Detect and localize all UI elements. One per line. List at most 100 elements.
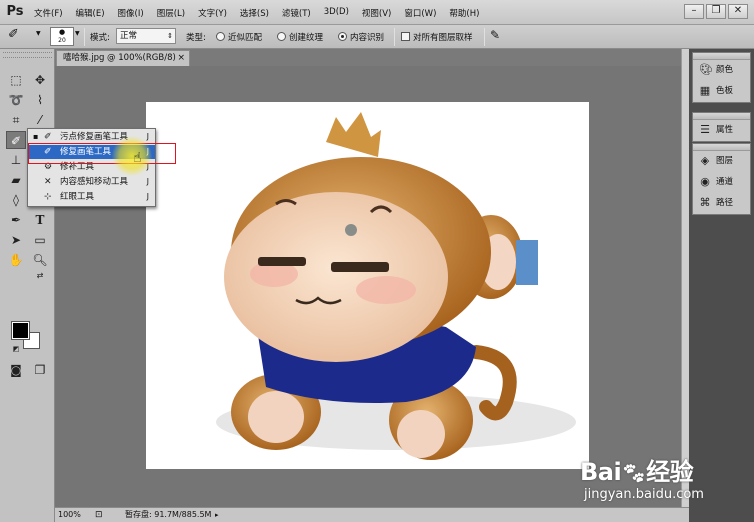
- panel-grip[interactable]: [3, 52, 52, 58]
- path-select-tool-icon[interactable]: ➤: [6, 231, 26, 249]
- channels-icon: ◉: [700, 175, 710, 188]
- menu-help[interactable]: 帮助(H): [449, 7, 479, 19]
- hand-tool-icon[interactable]: ✋: [6, 251, 26, 269]
- menu-3d[interactable]: 3D(D): [324, 7, 349, 19]
- default-colors-icon[interactable]: ◩: [6, 345, 26, 353]
- spot-healing-tool-icon[interactable]: ✐: [6, 131, 26, 149]
- quick-mask-icon[interactable]: ◙: [6, 361, 26, 379]
- swap-colors-icon[interactable]: ⇄: [30, 271, 50, 281]
- menu-image[interactable]: 图像(I): [118, 7, 144, 19]
- monkey-plush-photo: [216, 112, 576, 460]
- radio-icon: [277, 32, 286, 41]
- flyout-item-red-eye[interactable]: ⊹ 红眼工具 J: [28, 190, 155, 204]
- app-logo: Ps: [6, 4, 24, 19]
- type-label: 类型:: [186, 33, 206, 43]
- menu-type[interactable]: 文字(Y): [198, 7, 227, 19]
- layers-icon: ◈: [700, 154, 710, 167]
- minimize-button[interactable]: –: [684, 4, 704, 19]
- crop-tool-icon[interactable]: ⌗: [6, 111, 26, 129]
- move-tool-icon[interactable]: ✥: [30, 71, 50, 89]
- healing-tools-flyout: ▪ ✐ 污点修复画笔工具 J ✐ 修复画笔工具 J ⚙ 修补工具 J ✕ 内容感…: [27, 128, 156, 207]
- panel-channels[interactable]: ◉ 通道: [693, 172, 750, 193]
- lasso-tool-icon[interactable]: ➰: [6, 91, 26, 109]
- radio-create-texture[interactable]: 创建纹理: [277, 31, 323, 43]
- menu-window[interactable]: 窗口(W): [404, 7, 436, 19]
- scratch-disk-info: 暂存盘: 91.7M/885.5M: [125, 510, 212, 519]
- marquee-tool-icon[interactable]: ⬚: [6, 71, 26, 89]
- menu-view[interactable]: 视图(V): [362, 7, 391, 19]
- healing-brush-icon: ✐: [44, 147, 52, 157]
- separator: [84, 28, 85, 46]
- tool-preset-icon[interactable]: ✐: [8, 27, 19, 42]
- select-arrow-icon: ⇕: [167, 32, 173, 40]
- clone-stamp-tool-icon[interactable]: ⊥: [6, 151, 26, 169]
- document-image: [146, 102, 589, 469]
- foreground-color-swatch[interactable]: [11, 321, 30, 340]
- red-eye-icon: ⊹: [44, 192, 52, 202]
- sample-all-layers-checkbox[interactable]: 对所有图层取样: [401, 31, 473, 43]
- panel-swatches[interactable]: ▦ 色板: [693, 81, 750, 102]
- screen-mode-icon[interactable]: ❐: [30, 361, 50, 379]
- chevron-down-icon[interactable]: ▼: [36, 30, 41, 37]
- radio-selected-icon: [338, 32, 347, 41]
- mode-value: 正常: [120, 31, 138, 41]
- panel-color[interactable]: 🎨︎ 颜色: [693, 60, 750, 81]
- document-tab[interactable]: 嘻哈猴.jpg @ 100%(RGB/8) ×: [56, 50, 190, 66]
- panel-grip[interactable]: [693, 53, 750, 60]
- radio-content-aware[interactable]: 内容识别: [338, 31, 384, 43]
- checkbox-icon: [401, 32, 410, 41]
- options-bar: ✐ ▼ ● 20 ▼ 模式: 正常 ⇕ 类型: 近似匹配 创建纹理 内容识别 对…: [0, 25, 754, 49]
- panel-grip[interactable]: [693, 144, 750, 151]
- type-tool-icon[interactable]: T: [30, 211, 50, 229]
- panel-paths[interactable]: ⌘ 路径: [693, 193, 750, 214]
- radio-proximity-match[interactable]: 近似匹配: [216, 31, 262, 43]
- radio-icon: [216, 32, 225, 41]
- zoom-tool-icon[interactable]: 🔍︎: [30, 251, 50, 269]
- close-icon[interactable]: ×: [177, 51, 185, 65]
- menu-layer[interactable]: 图层(L): [157, 7, 185, 19]
- dock-group-layers: ◈ 图层 ◉ 通道 ⌘ 路径: [692, 143, 751, 215]
- separator: [394, 28, 395, 46]
- vertical-scrollbar[interactable]: [681, 49, 689, 507]
- window-controls: – ❐ ✕: [684, 4, 748, 19]
- swatches-icon: ▦: [699, 84, 711, 97]
- quick-select-tool-icon[interactable]: ⌇: [30, 91, 50, 109]
- close-button[interactable]: ✕: [728, 4, 748, 19]
- baidu-watermark: Bai🐾︎经验 jingyan.baidu.com: [580, 440, 730, 520]
- status-arrow-icon[interactable]: ▸: [215, 508, 219, 522]
- status-info-icon[interactable]: ⊡: [95, 508, 103, 522]
- menu-file[interactable]: 文件(F): [34, 7, 63, 19]
- watermark-brand: Bai🐾︎经验: [580, 458, 694, 486]
- pressure-size-icon[interactable]: ✎: [490, 28, 500, 42]
- menu-select[interactable]: 选择(S): [240, 7, 269, 19]
- mode-select[interactable]: 正常 ⇕: [116, 28, 176, 44]
- menu-filter[interactable]: 滤镜(T): [282, 7, 311, 19]
- menu-bar: Ps 文件(F) 编辑(E) 图像(I) 图层(L) 文字(Y) 选择(S) 滤…: [0, 0, 754, 25]
- brush-picker[interactable]: ● 20: [50, 27, 74, 46]
- eraser-tool-icon[interactable]: ▰: [6, 171, 26, 189]
- panel-properties[interactable]: ☰ 属性: [693, 120, 750, 141]
- patch-icon: ⚙: [44, 162, 53, 172]
- document-title: 嘻哈猴.jpg @ 100%(RGB/8): [63, 53, 176, 63]
- flyout-item-content-aware-move[interactable]: ✕ 内容感知移动工具 J: [28, 175, 155, 189]
- brush-chevron-icon[interactable]: ▼: [75, 30, 80, 37]
- blur-tool-icon[interactable]: ◊: [6, 191, 26, 209]
- menu-edit[interactable]: 编辑(E): [76, 7, 105, 19]
- pen-tool-icon[interactable]: ✒: [6, 211, 26, 229]
- restore-button[interactable]: ❐: [706, 4, 726, 19]
- zoom-level[interactable]: 100%: [58, 508, 81, 522]
- paths-icon: ⌘: [699, 196, 711, 209]
- flyout-item-spot-healing[interactable]: ▪ ✐ 污点修复画笔工具 J: [28, 130, 155, 144]
- active-dot-icon: ▪: [33, 132, 39, 141]
- rectangle-tool-icon[interactable]: ▭: [30, 231, 50, 249]
- separator: [484, 28, 485, 46]
- palette-icon: 🎨︎: [699, 63, 713, 76]
- eyedropper-tool-icon[interactable]: ⁄: [30, 111, 50, 129]
- dock-group-color: 🎨︎ 颜色 ▦ 色板: [692, 52, 751, 103]
- tools-panel: ⬚ ✥ ➰ ⌇ ⌗ ⁄ ✐ ⊥ ▰ ◊ ✒ T ➤ ▭ ✋ 🔍︎ ⇄ ◩ ◙ ❐: [0, 49, 55, 522]
- content-aware-move-icon: ✕: [44, 177, 52, 187]
- brush-size: 20: [58, 37, 66, 44]
- panel-grip[interactable]: [693, 113, 750, 120]
- dock-group-properties: ☰ 属性: [692, 112, 751, 142]
- panel-layers[interactable]: ◈ 图层: [693, 151, 750, 172]
